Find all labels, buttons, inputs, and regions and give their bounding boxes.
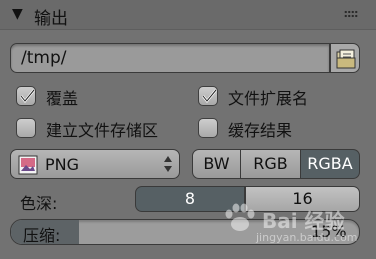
checkbox-box[interactable] (198, 86, 218, 106)
placeholders-label: 建立文件存储区 (46, 121, 159, 140)
up-down-arrows-icon (164, 156, 172, 172)
color-mode-bw[interactable]: BW (192, 149, 241, 179)
checkmark-icon (20, 89, 35, 103)
watermark-text: Bai 经验 (262, 209, 345, 233)
collapse-arrow-icon[interactable]: ▼ (12, 6, 23, 22)
panel-title: 输出 (34, 9, 68, 29)
file-format-value: PNG (45, 155, 80, 174)
file-format-dropdown[interactable]: PNG (10, 149, 180, 179)
drag-grip-icon[interactable] (344, 10, 358, 18)
compression-label: 压缩: (23, 226, 61, 245)
checkmark-icon (202, 89, 217, 103)
panel-header[interactable]: ▼ 输出 (0, 0, 376, 30)
overwrite-label: 覆盖 (46, 89, 79, 108)
color-mode-rgba[interactable]: RGBA (301, 149, 360, 179)
folder-icon (336, 49, 356, 69)
watermark-url: jingyan.baidu.com (256, 231, 358, 244)
color-depth-label: 色深: (20, 194, 58, 213)
output-path-field[interactable]: /tmp/ (10, 43, 330, 73)
cache-result-label: 缓存结果 (228, 121, 293, 140)
color-mode-rgb[interactable]: RGB (241, 149, 301, 179)
checkbox-box[interactable] (16, 118, 36, 138)
checkbox-box[interactable] (16, 86, 36, 106)
output-path-value: /tmp/ (21, 48, 67, 68)
browse-folder-button[interactable] (330, 43, 360, 73)
paw-logo-icon (225, 203, 255, 231)
output-panel: ▼ 输出 /tmp/ 覆盖 文件扩展名 建立文件存储区 缓存结果 PNG BW … (0, 0, 376, 259)
image-file-icon (18, 155, 38, 175)
baidu-watermark: Bai 经验 jingyan.baidu.com (218, 201, 368, 251)
file-extension-label: 文件扩展名 (228, 89, 309, 108)
checkbox-box[interactable] (198, 118, 218, 138)
